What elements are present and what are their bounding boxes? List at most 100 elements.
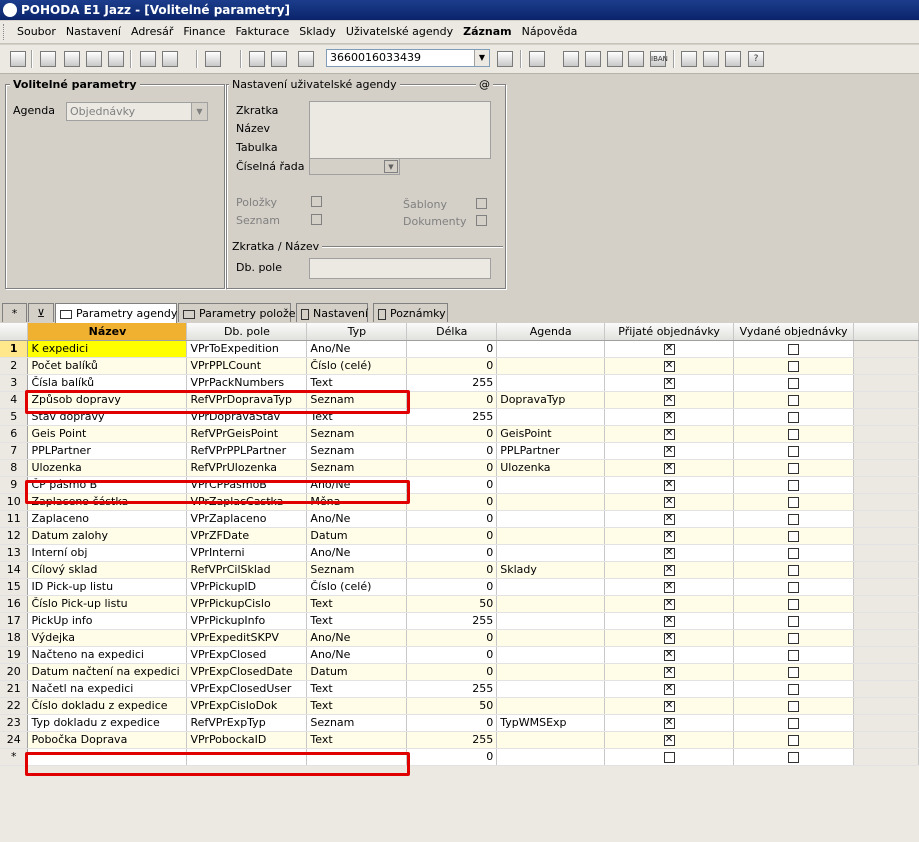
table-row[interactable]: 14 Cílový sklad RefVPrCilSklad Seznam 0 Sklad…: [0, 561, 919, 579]
cell-prijate[interactable]: ✕: [604, 680, 735, 698]
cell-prijate[interactable]: ✕: [604, 493, 735, 511]
cell-delka[interactable]: 0: [406, 340, 498, 358]
menu-item[interactable]: Nápověda: [517, 21, 583, 43]
dokumenty-checkbox[interactable]: [476, 215, 487, 226]
cell-vydane[interactable]: [733, 408, 855, 426]
note-icon[interactable]: [681, 51, 697, 67]
prijate-checkbox[interactable]: ✕: [663, 564, 675, 576]
cell-name[interactable]: Počet balíků: [27, 357, 188, 375]
cell-delka[interactable]: 0: [406, 357, 498, 375]
db-pole-field[interactable]: [309, 258, 491, 279]
prijate-checkbox[interactable]: ✕: [663, 649, 675, 661]
save-icon[interactable]: [249, 51, 265, 67]
cell-vydane[interactable]: [733, 748, 855, 766]
prijate-checkbox[interactable]: ✕: [663, 411, 675, 423]
prijate-checkbox[interactable]: ✕: [663, 581, 675, 593]
table-row[interactable]: 23 Typ dokladu z expedice RefVPrExpTyp Sezn…: [0, 714, 919, 732]
menu-item[interactable]: Uživatelské agendy: [341, 21, 458, 43]
row-number[interactable]: 2: [0, 357, 29, 375]
cell-agenda[interactable]: [496, 748, 606, 766]
cell-prijate[interactable]: ✕: [604, 646, 735, 664]
row-number[interactable]: 6: [0, 425, 29, 443]
cell-typ[interactable]: Text: [306, 374, 408, 392]
cell-agenda[interactable]: [496, 663, 606, 681]
table-row[interactable]: 20 Datum načtení na expedici VPrExpClosedD…: [0, 663, 919, 681]
row-number[interactable]: *: [0, 748, 29, 766]
prijate-checkbox[interactable]: ✕: [663, 462, 675, 474]
tab-parametry-polozek[interactable]: Parametry položek: [178, 303, 302, 322]
payment-icon[interactable]: [563, 51, 579, 67]
cell-delka[interactable]: 0: [406, 561, 498, 579]
cell-delka[interactable]: 0: [406, 425, 498, 443]
prijate-checkbox[interactable]: ✕: [663, 683, 675, 695]
cell-agenda[interactable]: [496, 374, 606, 392]
calculator-icon[interactable]: [585, 51, 601, 67]
cell-name[interactable]: PPLPartner: [27, 442, 188, 460]
agenda-settings-field[interactable]: [309, 101, 491, 159]
cell-delka[interactable]: 0: [406, 629, 498, 647]
cell-vydane[interactable]: [733, 425, 855, 443]
cell-vydane[interactable]: [733, 697, 855, 715]
row-number[interactable]: 21: [0, 680, 29, 698]
coins-icon[interactable]: [628, 51, 644, 67]
vydane-checkbox[interactable]: [788, 717, 800, 729]
cell-agenda[interactable]: [496, 578, 606, 596]
cell-delka[interactable]: 255: [406, 731, 498, 749]
tab-parametry-agendy[interactable]: Parametry agendy: [55, 303, 177, 323]
cell-db-pole[interactable]: VPrToExpedition: [186, 340, 308, 358]
cell-prijate[interactable]: ✕: [604, 663, 735, 681]
cell-typ[interactable]: Text: [306, 408, 408, 426]
vydane-checkbox[interactable]: [788, 394, 800, 406]
cell-db-pole[interactable]: RefVPrDopravaTyp: [186, 391, 308, 409]
row-number[interactable]: 17: [0, 612, 29, 630]
cell-delka[interactable]: 50: [406, 595, 498, 613]
row-number[interactable]: 11: [0, 510, 29, 528]
vydane-checkbox[interactable]: [788, 513, 800, 525]
vydane-checkbox[interactable]: [788, 547, 800, 559]
cell-name[interactable]: Cílový sklad: [27, 561, 188, 579]
cell-typ[interactable]: Text: [306, 697, 408, 715]
row-number[interactable]: 19: [0, 646, 29, 664]
tab-filter[interactable]: ⊻: [28, 303, 54, 322]
cell-db-pole[interactable]: RefVPrPPLPartner: [186, 442, 308, 460]
cell-delka[interactable]: 0: [406, 748, 498, 766]
vydane-checkbox[interactable]: [788, 751, 800, 763]
cell-name[interactable]: Zaplaceno částka: [27, 493, 188, 511]
cell-agenda[interactable]: TypWMSExp: [496, 714, 606, 732]
agenda-select[interactable]: Objednávky ▼: [66, 102, 208, 121]
prijate-checkbox[interactable]: ✕: [663, 343, 675, 355]
row-number[interactable]: 14: [0, 561, 29, 579]
cell-prijate[interactable]: ✕: [604, 459, 735, 477]
cell-db-pole[interactable]: VPrPickupCislo: [186, 595, 308, 613]
copy-icon[interactable]: [298, 51, 314, 67]
print-icon[interactable]: [64, 51, 80, 67]
prijate-checkbox[interactable]: ✕: [663, 530, 675, 542]
prijate-checkbox[interactable]: ✕: [663, 445, 675, 457]
table-row[interactable]: 17 PickUp info VPrPickupInfo Text 255 ✕: [0, 612, 919, 630]
row-number[interactable]: 1: [0, 340, 29, 358]
cancel-icon[interactable]: [271, 51, 287, 67]
row-number[interactable]: 18: [0, 629, 29, 647]
cell-name[interactable]: Pobočka Doprava: [27, 731, 188, 749]
cell-db-pole[interactable]: RefVPrGeisPoint: [186, 425, 308, 443]
tab-asterisk[interactable]: *: [2, 303, 27, 322]
prijate-checkbox[interactable]: ✕: [663, 700, 675, 712]
cell-name[interactable]: Datum zalohy: [27, 527, 188, 545]
polozky-checkbox[interactable]: [311, 196, 322, 207]
cell-prijate[interactable]: ✕: [604, 731, 735, 749]
vydane-checkbox[interactable]: [788, 615, 800, 627]
cell-prijate[interactable]: ✕: [604, 391, 735, 409]
table-row[interactable]: 2 Počet balíků VPrPPLCount Číslo (celé) 0 ✕: [0, 357, 919, 375]
cell-db-pole[interactable]: VPrExpCisloDok: [186, 697, 308, 715]
cell-db-pole[interactable]: RefVPrUlozenka: [186, 459, 308, 477]
cell-name[interactable]: Číslo dokladu z expedice: [27, 697, 188, 715]
row-number[interactable]: 9: [0, 476, 29, 494]
prijate-checkbox[interactable]: ✕: [663, 428, 675, 440]
cell-vydane[interactable]: [733, 476, 855, 494]
cell-agenda[interactable]: [496, 476, 606, 494]
cell-db-pole[interactable]: VPrDopravaStav: [186, 408, 308, 426]
prijate-checkbox[interactable]: ✕: [663, 717, 675, 729]
table-row[interactable]: 21 Načetl na expedici VPrExpClosedUser Text…: [0, 680, 919, 698]
cell-prijate[interactable]: ✕: [604, 544, 735, 562]
search-combo[interactable]: 3660016033439 ▼: [326, 49, 490, 67]
